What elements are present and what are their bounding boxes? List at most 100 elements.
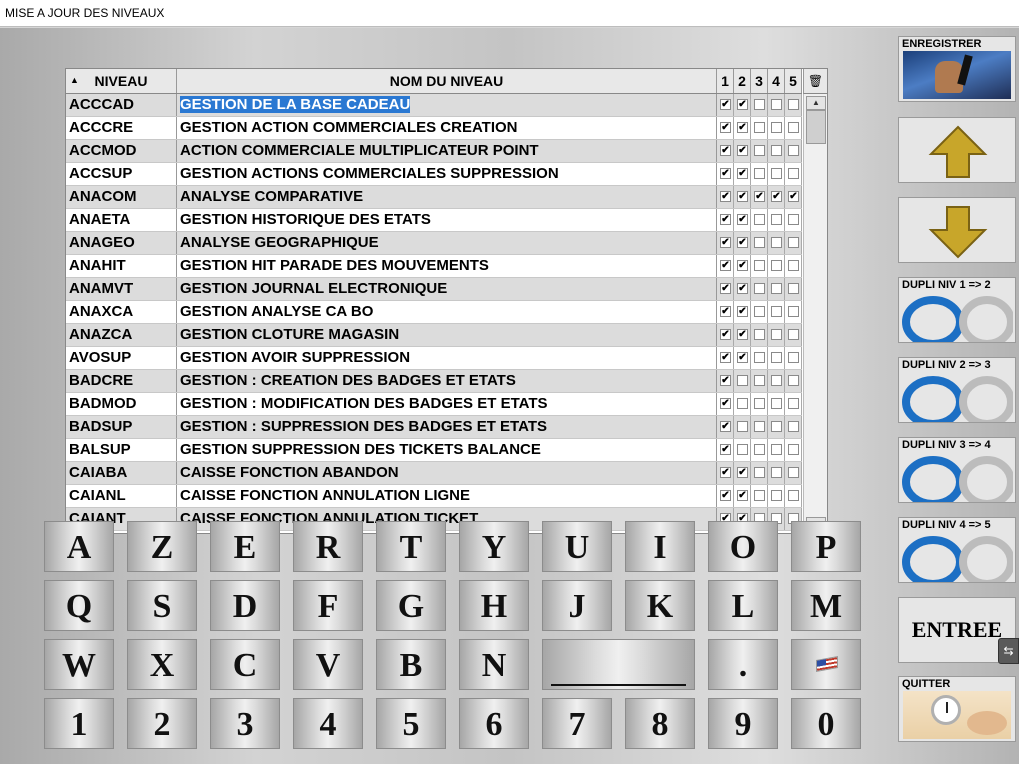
- down-button[interactable]: [898, 197, 1016, 263]
- level-2-checkbox[interactable]: [737, 398, 748, 409]
- level-3-checkbox[interactable]: [754, 398, 765, 409]
- level-3-checkbox[interactable]: [754, 352, 765, 363]
- level-1-checkbox[interactable]: ✔: [720, 306, 731, 317]
- level-2-checkbox[interactable]: ✔: [737, 168, 748, 179]
- key-2[interactable]: 2: [127, 698, 197, 749]
- level-2-checkbox[interactable]: ✔: [737, 122, 748, 133]
- dupli-4-5-button[interactable]: DUPLI NIV 4 => 5: [898, 517, 1016, 583]
- table-row[interactable]: BALSUP GESTION SUPPRESSION DES TICKETS BA…: [66, 439, 802, 462]
- level-4-checkbox[interactable]: [771, 122, 782, 133]
- key-b[interactable]: B: [376, 639, 446, 690]
- level-5-checkbox[interactable]: [788, 237, 799, 248]
- level-2-checkbox[interactable]: [737, 421, 748, 432]
- scroll-thumb[interactable]: [806, 110, 826, 144]
- level-name-cell[interactable]: GESTION SUPPRESSION DES TICKETS BALANCE: [177, 439, 717, 461]
- key-9[interactable]: 9: [708, 698, 778, 749]
- key-3[interactable]: 3: [210, 698, 280, 749]
- level-3-checkbox[interactable]: [754, 122, 765, 133]
- level-3-checkbox[interactable]: [754, 375, 765, 386]
- level-2-checkbox[interactable]: ✔: [737, 260, 748, 271]
- level-2-checkbox[interactable]: ✔: [737, 191, 748, 202]
- level-1-checkbox[interactable]: ✔: [720, 99, 731, 110]
- header-level-4[interactable]: 4: [768, 69, 785, 93]
- level-name-cell[interactable]: CAISSE FONCTION ABANDON: [177, 462, 717, 484]
- level-5-checkbox[interactable]: [788, 467, 799, 478]
- level-3-checkbox[interactable]: [754, 168, 765, 179]
- table-row[interactable]: ACCSUP GESTION ACTIONS COMMERCIALES SUPPR…: [66, 163, 802, 186]
- header-level-5[interactable]: 5: [785, 69, 802, 93]
- table-row[interactable]: ANAMVT GESTION JOURNAL ELECTRONIQUE ✔ ✔: [66, 278, 802, 301]
- level-4-checkbox[interactable]: [771, 214, 782, 225]
- level-1-checkbox[interactable]: ✔: [720, 375, 731, 386]
- level-name-cell[interactable]: GESTION ACTIONS COMMERCIALES SUPPRESSION: [177, 163, 717, 185]
- level-name-cell[interactable]: GESTION CLOTURE MAGASIN: [177, 324, 717, 346]
- table-row[interactable]: ACCCAD GESTION DE LA BASE CADEAU ✔ ✔: [66, 94, 802, 117]
- level-1-checkbox[interactable]: ✔: [720, 444, 731, 455]
- level-3-checkbox[interactable]: [754, 467, 765, 478]
- vertical-scrollbar[interactable]: ▲ ▼: [803, 94, 827, 533]
- level-name-cell[interactable]: GESTION : CREATION DES BADGES ET ETATS: [177, 370, 717, 392]
- level-2-checkbox[interactable]: ✔: [737, 352, 748, 363]
- trash-icon[interactable]: 🗑: [803, 69, 827, 94]
- table-row[interactable]: ACCMOD ACTION COMMERCIALE MULTIPLICATEUR …: [66, 140, 802, 163]
- quit-button[interactable]: QUITTER: [898, 676, 1016, 742]
- level-1-checkbox[interactable]: ✔: [720, 329, 731, 340]
- level-name-cell[interactable]: GESTION AVOIR SUPPRESSION: [177, 347, 717, 369]
- level-2-checkbox[interactable]: [737, 444, 748, 455]
- key-1[interactable]: 1: [44, 698, 114, 749]
- key-z[interactable]: Z: [127, 521, 197, 572]
- level-1-checkbox[interactable]: ✔: [720, 214, 731, 225]
- header-level-3[interactable]: 3: [751, 69, 768, 93]
- level-4-checkbox[interactable]: [771, 444, 782, 455]
- key-q[interactable]: Q: [44, 580, 114, 631]
- language-key[interactable]: [791, 639, 861, 690]
- level-3-checkbox[interactable]: [754, 444, 765, 455]
- key-r[interactable]: R: [293, 521, 363, 572]
- level-5-checkbox[interactable]: [788, 490, 799, 501]
- level-4-checkbox[interactable]: [771, 352, 782, 363]
- level-4-checkbox[interactable]: [771, 421, 782, 432]
- key-w[interactable]: W: [44, 639, 114, 690]
- table-row[interactable]: CAIANL CAISSE FONCTION ANNULATION LIGNE ✔ ✔: [66, 485, 802, 508]
- level-1-checkbox[interactable]: ✔: [720, 168, 731, 179]
- table-row[interactable]: BADCRE GESTION : CREATION DES BADGES ET E…: [66, 370, 802, 393]
- key-i[interactable]: I: [625, 521, 695, 572]
- level-name-cell[interactable]: GESTION ANALYSE CA BO: [177, 301, 717, 323]
- level-name-cell[interactable]: GESTION : MODIFICATION DES BADGES ET ETA…: [177, 393, 717, 415]
- key-j[interactable]: J: [542, 580, 612, 631]
- key-a[interactable]: A: [44, 521, 114, 572]
- level-2-checkbox[interactable]: [737, 375, 748, 386]
- level-4-checkbox[interactable]: [771, 398, 782, 409]
- table-row[interactable]: BADMOD GESTION : MODIFICATION DES BADGES …: [66, 393, 802, 416]
- level-name-cell[interactable]: GESTION : SUPPRESSION DES BADGES ET ETAT…: [177, 416, 717, 438]
- level-5-checkbox[interactable]: [788, 375, 799, 386]
- key-s[interactable]: S: [127, 580, 197, 631]
- table-row[interactable]: ANAHIT GESTION HIT PARADE DES MOUVEMENTS ✔…: [66, 255, 802, 278]
- level-5-checkbox[interactable]: [788, 306, 799, 317]
- level-5-checkbox[interactable]: [788, 444, 799, 455]
- level-5-checkbox[interactable]: [788, 214, 799, 225]
- header-code[interactable]: ▲ NIVEAU: [66, 69, 177, 93]
- level-1-checkbox[interactable]: ✔: [720, 260, 731, 271]
- level-1-checkbox[interactable]: ✔: [720, 191, 731, 202]
- key-n[interactable]: N: [459, 639, 529, 690]
- table-row[interactable]: ACCCRE GESTION ACTION COMMERCIALES CREATI…: [66, 117, 802, 140]
- level-3-checkbox[interactable]: [754, 145, 765, 156]
- level-name-cell[interactable]: GESTION JOURNAL ELECTRONIQUE: [177, 278, 717, 300]
- key-0[interactable]: 0: [791, 698, 861, 749]
- save-button[interactable]: ENREGISTRER: [898, 36, 1016, 102]
- key-8[interactable]: 8: [625, 698, 695, 749]
- key-7[interactable]: 7: [542, 698, 612, 749]
- key-d[interactable]: D: [210, 580, 280, 631]
- dupli-3-4-button[interactable]: DUPLI NIV 3 => 4: [898, 437, 1016, 503]
- key-c[interactable]: C: [210, 639, 280, 690]
- level-1-checkbox[interactable]: ✔: [720, 122, 731, 133]
- level-2-checkbox[interactable]: ✔: [737, 283, 748, 294]
- level-1-checkbox[interactable]: ✔: [720, 283, 731, 294]
- level-4-checkbox[interactable]: [771, 168, 782, 179]
- level-3-checkbox[interactable]: [754, 329, 765, 340]
- level-5-checkbox[interactable]: [788, 352, 799, 363]
- level-5-checkbox[interactable]: ✔: [788, 191, 799, 202]
- level-2-checkbox[interactable]: ✔: [737, 306, 748, 317]
- level-name-cell[interactable]: ANALYSE GEOGRAPHIQUE: [177, 232, 717, 254]
